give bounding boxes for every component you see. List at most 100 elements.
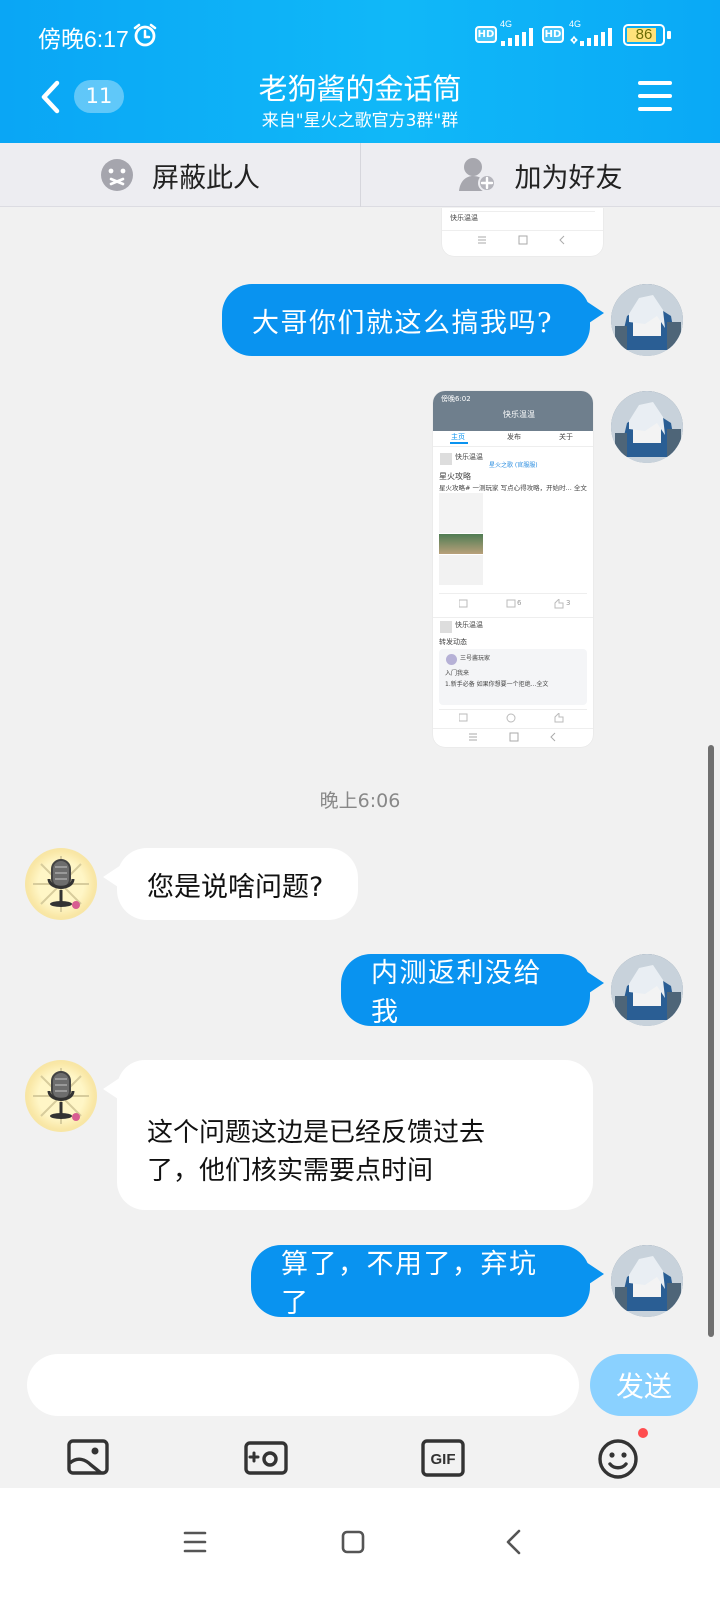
screenshot-message[interactable]: 傍晚6:02 快乐温温 主页 发布 关于 快乐温温 星火之歌 (官服服) 星火攻… bbox=[433, 391, 593, 747]
input-bar: 发送 GIF bbox=[0, 1340, 720, 1488]
bubble-tail bbox=[103, 865, 121, 889]
message-text: 算了，不用了，弃坑了 bbox=[281, 1249, 538, 1319]
hd-badge: HD bbox=[475, 26, 497, 43]
add-friend-button[interactable]: 加为好友 bbox=[360, 143, 720, 207]
my-avatar[interactable] bbox=[611, 391, 683, 463]
menu-button[interactable] bbox=[638, 80, 674, 112]
message-text: 大哥你们就这么搞我吗? bbox=[252, 307, 553, 339]
preview-post-author: 快乐温温 bbox=[455, 453, 483, 461]
microphone-avatar-icon bbox=[33, 1068, 89, 1124]
preview-nav-icons bbox=[469, 732, 556, 742]
preview-post-title: 星火攻略 bbox=[439, 472, 471, 481]
preview-tab-posts: 发布 bbox=[507, 433, 521, 441]
block-user-button[interactable]: 屏蔽此人 bbox=[0, 143, 360, 207]
preview-post-actions bbox=[459, 599, 564, 609]
screenshot-message-partial[interactable]: 快乐温温 bbox=[442, 208, 603, 256]
battery-cap bbox=[667, 31, 671, 39]
signal-icon bbox=[501, 28, 533, 46]
hd-badge-2: HD bbox=[542, 26, 564, 43]
add-friend-label: 加为好友 bbox=[514, 162, 623, 194]
microphone-avatar-icon bbox=[33, 856, 89, 912]
message-bubble-incoming[interactable]: 您是说啥问题? bbox=[103, 848, 358, 920]
bubble-tail bbox=[586, 1262, 604, 1286]
chat-messages[interactable]: 快乐温温 大哥你们就这么搞我吗? 傍晚6:02 快乐温温 主页 发布 关于 快乐… bbox=[0, 208, 720, 1340]
camera-icon bbox=[244, 1441, 288, 1475]
message-text-line: 这个问题这边是已经反馈过去 bbox=[147, 1118, 486, 1148]
chat-scrollbar[interactable] bbox=[708, 745, 714, 1337]
battery-level: 86 bbox=[635, 26, 653, 43]
bubble-tail bbox=[586, 301, 604, 325]
my-avatar[interactable] bbox=[611, 954, 683, 1026]
message-bubble-incoming[interactable]: 这个问题这边是已经反馈过去 了，他们核实需要点时间 bbox=[103, 1060, 593, 1210]
preview-quote-author: 三号酱玩家 bbox=[460, 655, 491, 662]
avatar-image bbox=[611, 284, 683, 356]
signal-icon-2 bbox=[570, 28, 612, 46]
preview-post-body: 星火攻略# 一测玩家 写点心得攻略，开始时... 全文 bbox=[439, 484, 587, 492]
bubble-tail bbox=[586, 971, 604, 995]
battery-icon: 86 bbox=[623, 24, 665, 46]
preview-quote-title: 入门我来 bbox=[445, 670, 470, 677]
preview-nav-icons bbox=[478, 235, 565, 245]
sender-avatar[interactable] bbox=[25, 848, 97, 920]
menu-lines-icon bbox=[183, 1531, 207, 1553]
preview-tab-follow: 关于 bbox=[559, 433, 573, 441]
emoji-button[interactable] bbox=[596, 1428, 648, 1481]
avatar-image bbox=[611, 391, 683, 463]
preview-post2-author: 快乐温温 bbox=[455, 621, 483, 629]
message-input[interactable] bbox=[27, 1354, 579, 1416]
message-text: 内测返利没给我 bbox=[371, 958, 542, 1028]
gif-label: GIF bbox=[431, 1451, 456, 1468]
preview-comment-count: 6 bbox=[517, 599, 522, 607]
preview-post2-actions bbox=[459, 713, 564, 723]
image-button[interactable] bbox=[65, 1435, 111, 1481]
page-title: 老狗酱的金话筒 bbox=[258, 72, 462, 106]
image-icon bbox=[67, 1439, 109, 1475]
message-text: 您是说啥问题? bbox=[147, 871, 324, 903]
status-time: 傍晚6:17 bbox=[38, 26, 129, 52]
avatar-image bbox=[611, 954, 683, 1026]
preview-status-time: 傍晚6:02 bbox=[441, 395, 471, 403]
bubble-tail bbox=[103, 1077, 121, 1101]
send-button[interactable]: 发送 bbox=[590, 1354, 698, 1416]
message-text-multiline: 这个问题这边是已经反馈过去 了，他们核实需要点时间 bbox=[147, 1114, 485, 1190]
sender-avatar[interactable] bbox=[25, 1060, 97, 1132]
alarm-icon bbox=[132, 22, 158, 48]
back-chevron-icon bbox=[506, 1529, 521, 1555]
block-face-icon bbox=[101, 159, 133, 191]
chat-header: 傍晚6:17 HD 4G HD 4G 86 11 老狗酱的金话筒 来自"星火之歌… bbox=[0, 0, 720, 143]
add-friend-icon bbox=[458, 158, 496, 192]
status-right-group: HD 4G HD 4G 86 bbox=[475, 19, 700, 49]
message-bubble-outgoing[interactable]: 内测返利没给我 bbox=[341, 954, 604, 1028]
nav-menu-button[interactable] bbox=[173, 1520, 217, 1564]
menu-icon-line bbox=[638, 81, 672, 85]
emoji-notification-dot bbox=[638, 1428, 648, 1438]
action-bar: 屏蔽此人 加为好友 bbox=[0, 143, 720, 207]
my-avatar[interactable] bbox=[611, 1245, 683, 1317]
message-bubble-outgoing[interactable]: 大哥你们就这么搞我吗? bbox=[222, 284, 604, 356]
nav-back-button[interactable] bbox=[493, 1520, 537, 1564]
preview-quote-body: 1.新手必备 如果你想要一个拒绝...全文 bbox=[445, 681, 549, 688]
preview-tab-home: 主页 bbox=[451, 433, 465, 441]
preview-like-count: 3 bbox=[566, 599, 571, 607]
menu-icon-line bbox=[638, 94, 672, 98]
message-bubble-outgoing[interactable]: 算了，不用了，弃坑了 bbox=[251, 1245, 604, 1319]
preview-post2-type: 转发动态 bbox=[439, 638, 467, 646]
back-button[interactable] bbox=[36, 78, 66, 116]
system-navigation-bar bbox=[0, 1488, 720, 1600]
preview-post-tag: 星火之歌 (官服服) bbox=[489, 462, 538, 469]
gif-button[interactable]: GIF bbox=[420, 1435, 466, 1481]
post-author-partial: 快乐温温 bbox=[450, 214, 478, 222]
avatar-image bbox=[611, 1245, 683, 1317]
home-square-icon bbox=[341, 1530, 365, 1554]
chevron-left-icon bbox=[41, 80, 60, 114]
my-avatar[interactable] bbox=[611, 284, 683, 356]
page-subtitle: 来自"星火之歌官方3群"群 bbox=[261, 111, 459, 131]
time-separator: 晚上6:06 bbox=[319, 790, 401, 812]
nav-home-button[interactable] bbox=[331, 1520, 375, 1564]
preview-header-name: 快乐温温 bbox=[503, 410, 535, 419]
status-bar: 傍晚6:17 HD 4G HD 4G 86 bbox=[0, 0, 720, 70]
block-user-label: 屏蔽此人 bbox=[152, 162, 260, 194]
camera-button[interactable] bbox=[243, 1435, 289, 1481]
emoji-icon bbox=[598, 1439, 638, 1479]
menu-icon-line bbox=[638, 107, 672, 111]
